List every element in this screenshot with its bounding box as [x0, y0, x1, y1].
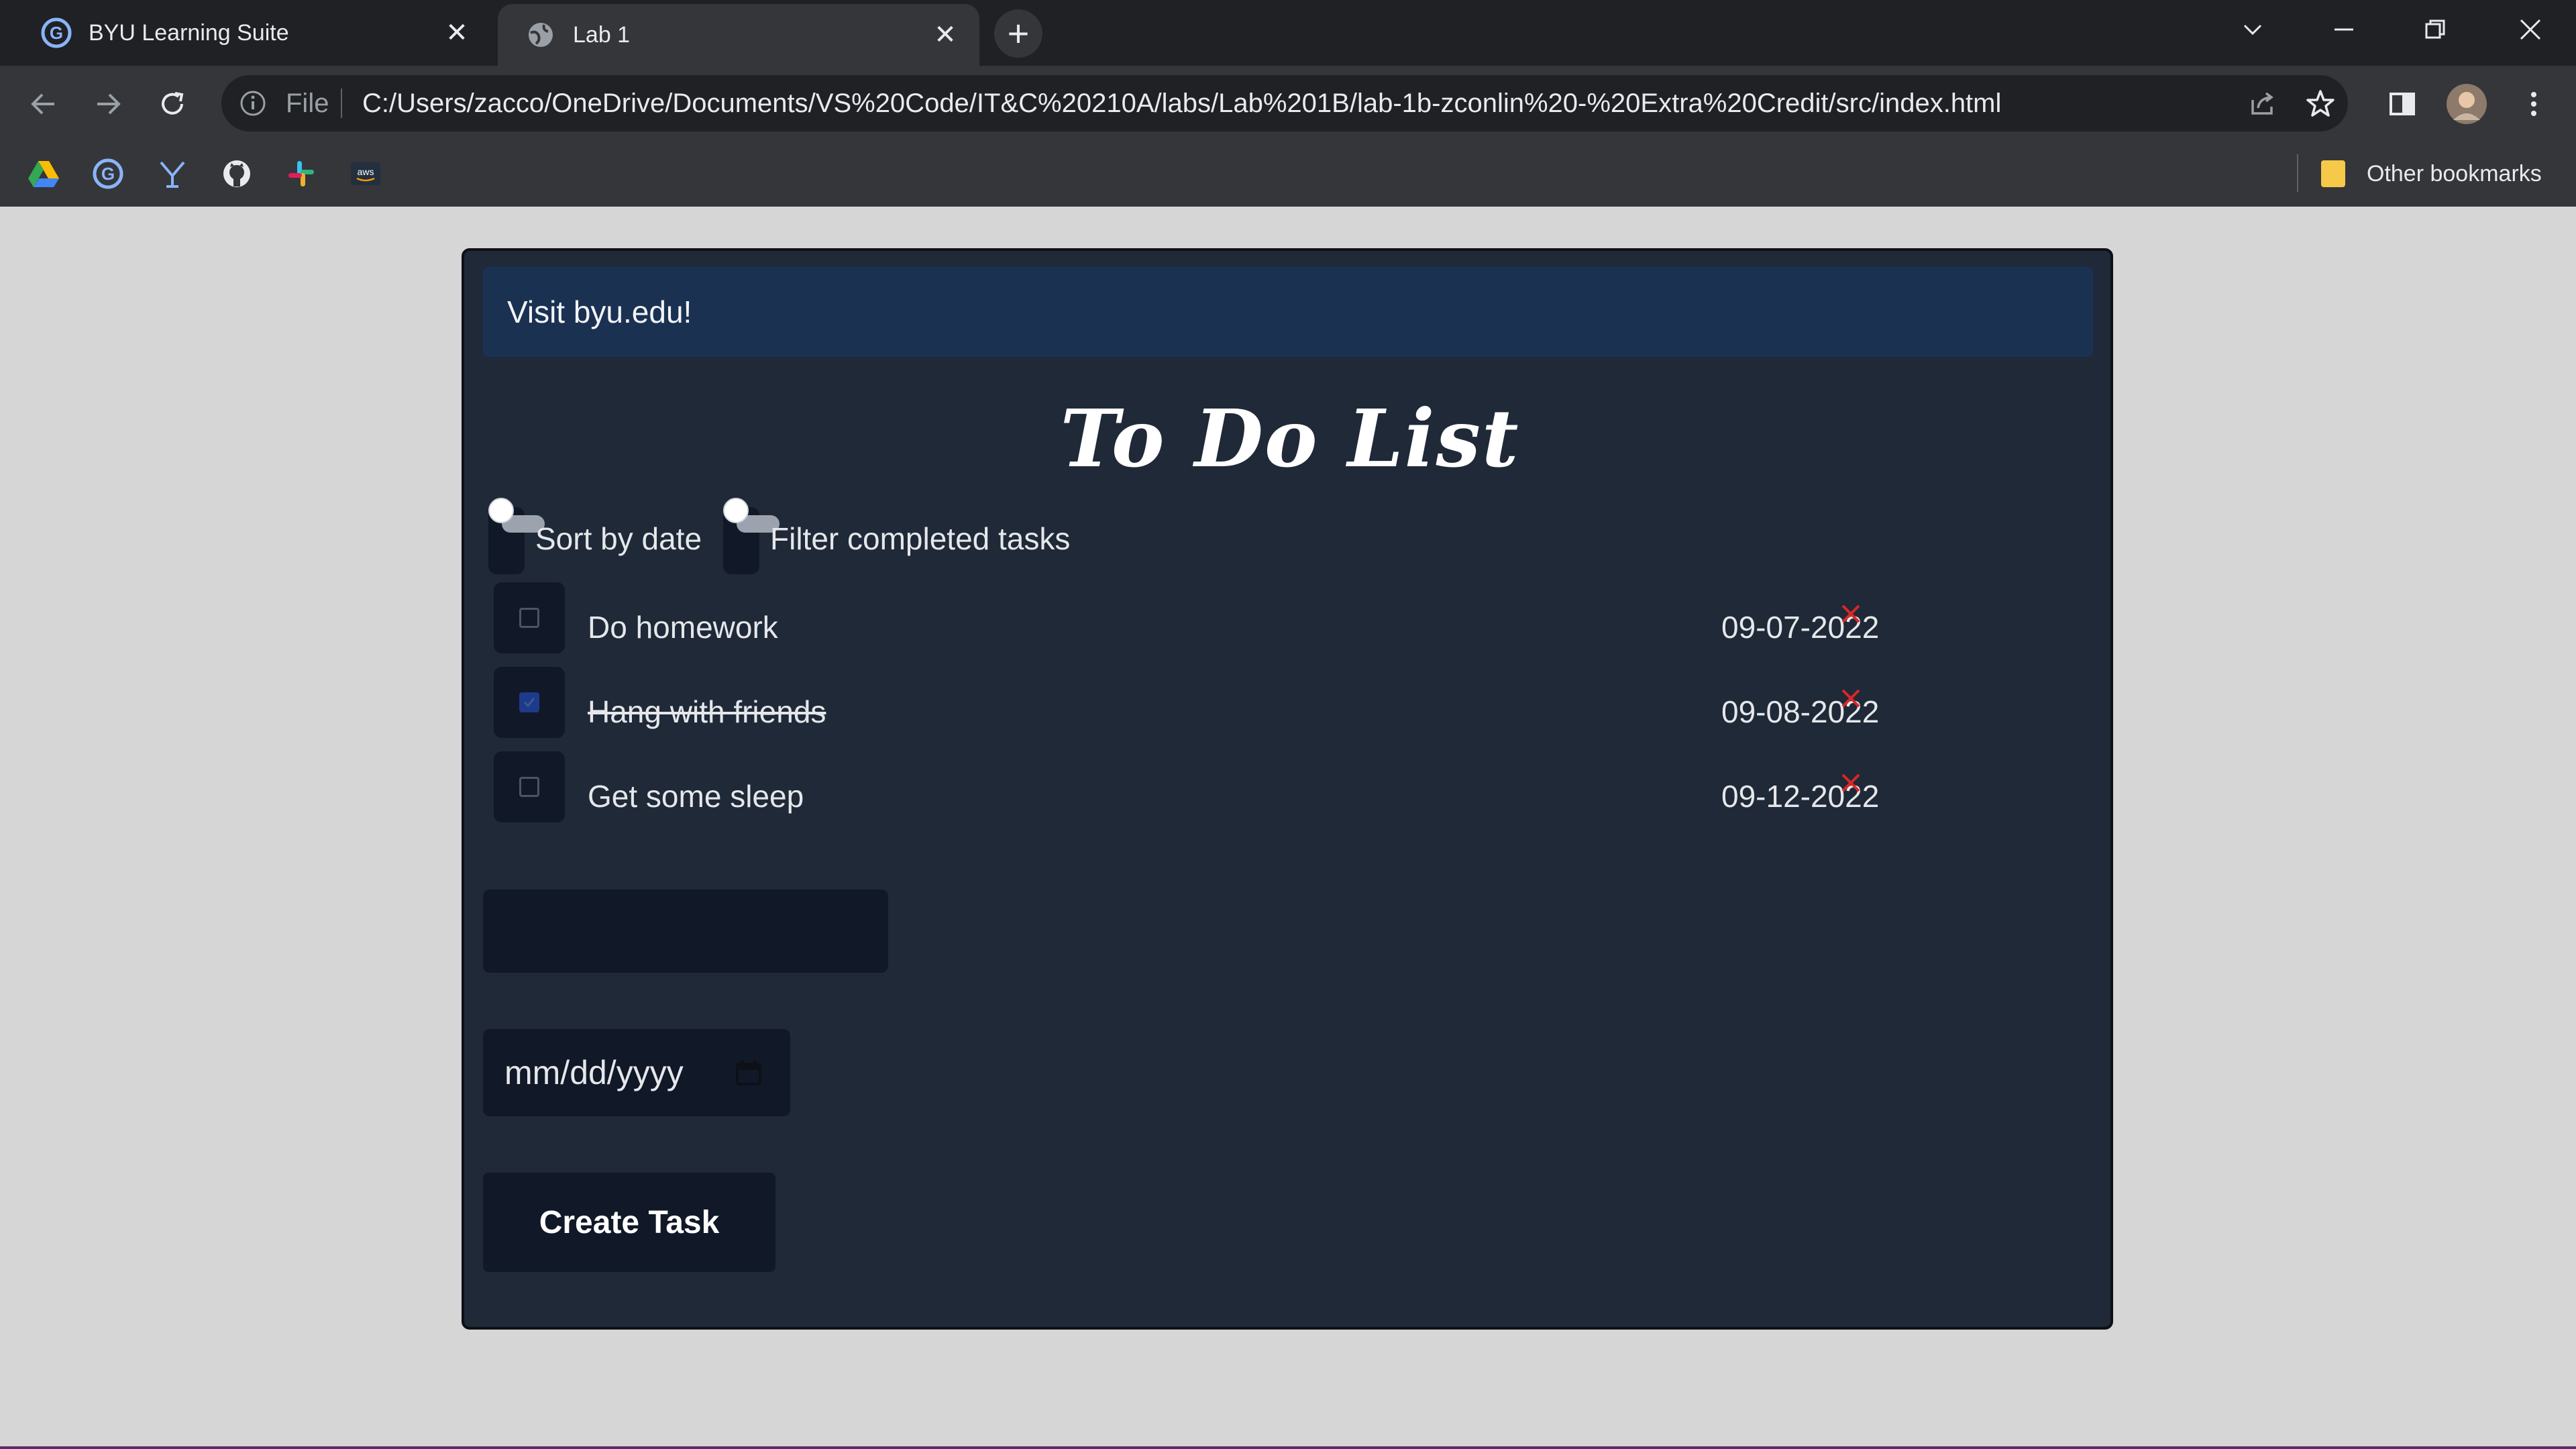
tab-search-icon[interactable] — [2207, 0, 2298, 59]
task-row: Do homework 09-07-2022 — [494, 582, 2077, 656]
task-row: Hang with friends 09-08-2022 — [494, 667, 2077, 741]
tab-byu-learning-suite[interactable]: G BYU Learning Suite ✕ — [13, 0, 491, 66]
task-checkbox-container[interactable] — [494, 582, 565, 653]
task-row: Get some sleep 09-12-2022 — [494, 751, 2077, 825]
svg-text:aws: aws — [358, 166, 374, 177]
task-checkbox-container[interactable] — [494, 667, 565, 738]
page-title: To Do List — [1060, 392, 1520, 485]
tab-strip: G BYU Learning Suite ✕ Lab 1 ✕ + — [0, 0, 2576, 66]
url-text[interactable]: C:/Users/zacco/OneDrive/Documents/VS%20C… — [362, 75, 2001, 131]
new-tab-button[interactable]: + — [994, 9, 1042, 58]
task-name-input[interactable] — [483, 890, 888, 973]
create-task-button[interactable]: Create Task — [483, 1173, 775, 1272]
calendar-icon[interactable] — [735, 1059, 762, 1086]
divider — [2297, 154, 2298, 192]
slack-icon[interactable] — [284, 157, 318, 191]
delete-icon[interactable] — [1834, 682, 1868, 715]
y-icon[interactable] — [156, 157, 189, 191]
scheme-label: File — [286, 89, 329, 118]
other-bookmarks[interactable]: Other bookmarks — [2321, 141, 2542, 207]
side-panel-icon[interactable] — [2380, 82, 2424, 126]
minimize-icon[interactable] — [2298, 0, 2390, 59]
share-icon[interactable] — [2246, 87, 2279, 120]
tab-lab-1[interactable]: Lab 1 ✕ — [498, 4, 979, 66]
learning-suite-icon[interactable]: G — [91, 157, 125, 191]
close-icon[interactable]: ✕ — [440, 16, 474, 50]
reload-icon[interactable] — [149, 80, 196, 127]
aws-icon[interactable]: aws — [349, 157, 382, 191]
close-icon[interactable]: ✕ — [928, 18, 962, 52]
sort-by-date-label: Sort by date — [535, 521, 702, 556]
delete-icon[interactable] — [1834, 597, 1868, 631]
svg-text:G: G — [101, 164, 115, 184]
task-name: Do homework — [588, 610, 778, 645]
task-checkbox-container[interactable] — [494, 751, 565, 822]
window-close-icon[interactable] — [2485, 0, 2576, 59]
toggle-knob[interactable] — [488, 498, 514, 523]
info-icon[interactable] — [236, 87, 270, 120]
toggle-row: Sort by date Filter completed tasks — [488, 498, 1293, 578]
menu-icon[interactable] — [2512, 82, 2556, 126]
toggle-knob[interactable] — [723, 498, 749, 523]
svg-text:G: G — [50, 23, 63, 43]
byu-banner-link[interactable]: Visit byu.edu! — [483, 267, 2093, 357]
filter-completed-label: Filter completed tasks — [770, 521, 1071, 556]
address-bar[interactable]: File C:/Users/zacco/OneDrive/Documents/V… — [221, 75, 2348, 131]
bookmarks-bar: G aws Other bookmarks — [0, 141, 2576, 207]
back-icon[interactable] — [20, 80, 67, 127]
delete-icon[interactable] — [1834, 766, 1868, 800]
divider — [341, 89, 342, 118]
avatar[interactable] — [2445, 82, 2489, 126]
task-checkbox[interactable] — [519, 777, 539, 797]
task-checkbox[interactable] — [519, 692, 539, 712]
globe-icon — [525, 19, 557, 51]
task-date-input[interactable]: mm/dd/yyyy — [483, 1029, 790, 1116]
tab-title: BYU Learning Suite — [89, 19, 289, 46]
github-icon[interactable] — [220, 157, 254, 191]
bookmark-star-icon[interactable] — [2304, 87, 2337, 120]
task-checkbox[interactable] — [519, 608, 539, 628]
restore-icon[interactable] — [2390, 0, 2481, 59]
browser-toolbar: File C:/Users/zacco/OneDrive/Documents/V… — [0, 66, 2576, 141]
date-placeholder: mm/dd/yyyy — [504, 1054, 684, 1091]
task-name: Get some sleep — [588, 779, 804, 814]
google-drive-icon[interactable] — [27, 157, 60, 191]
task-name: Hang with friends — [588, 694, 826, 729]
learning-suite-icon: G — [40, 17, 72, 49]
other-bookmarks-label: Other bookmarks — [2367, 160, 2542, 186]
todo-card: Visit byu.edu! To Do List Sort by date F… — [462, 248, 2113, 1330]
checkmark-icon — [523, 698, 535, 708]
forward-icon[interactable] — [85, 80, 131, 127]
taskbar-edge — [0, 1446, 2576, 1449]
tab-title: Lab 1 — [573, 21, 631, 48]
folder-icon — [2321, 160, 2345, 187]
